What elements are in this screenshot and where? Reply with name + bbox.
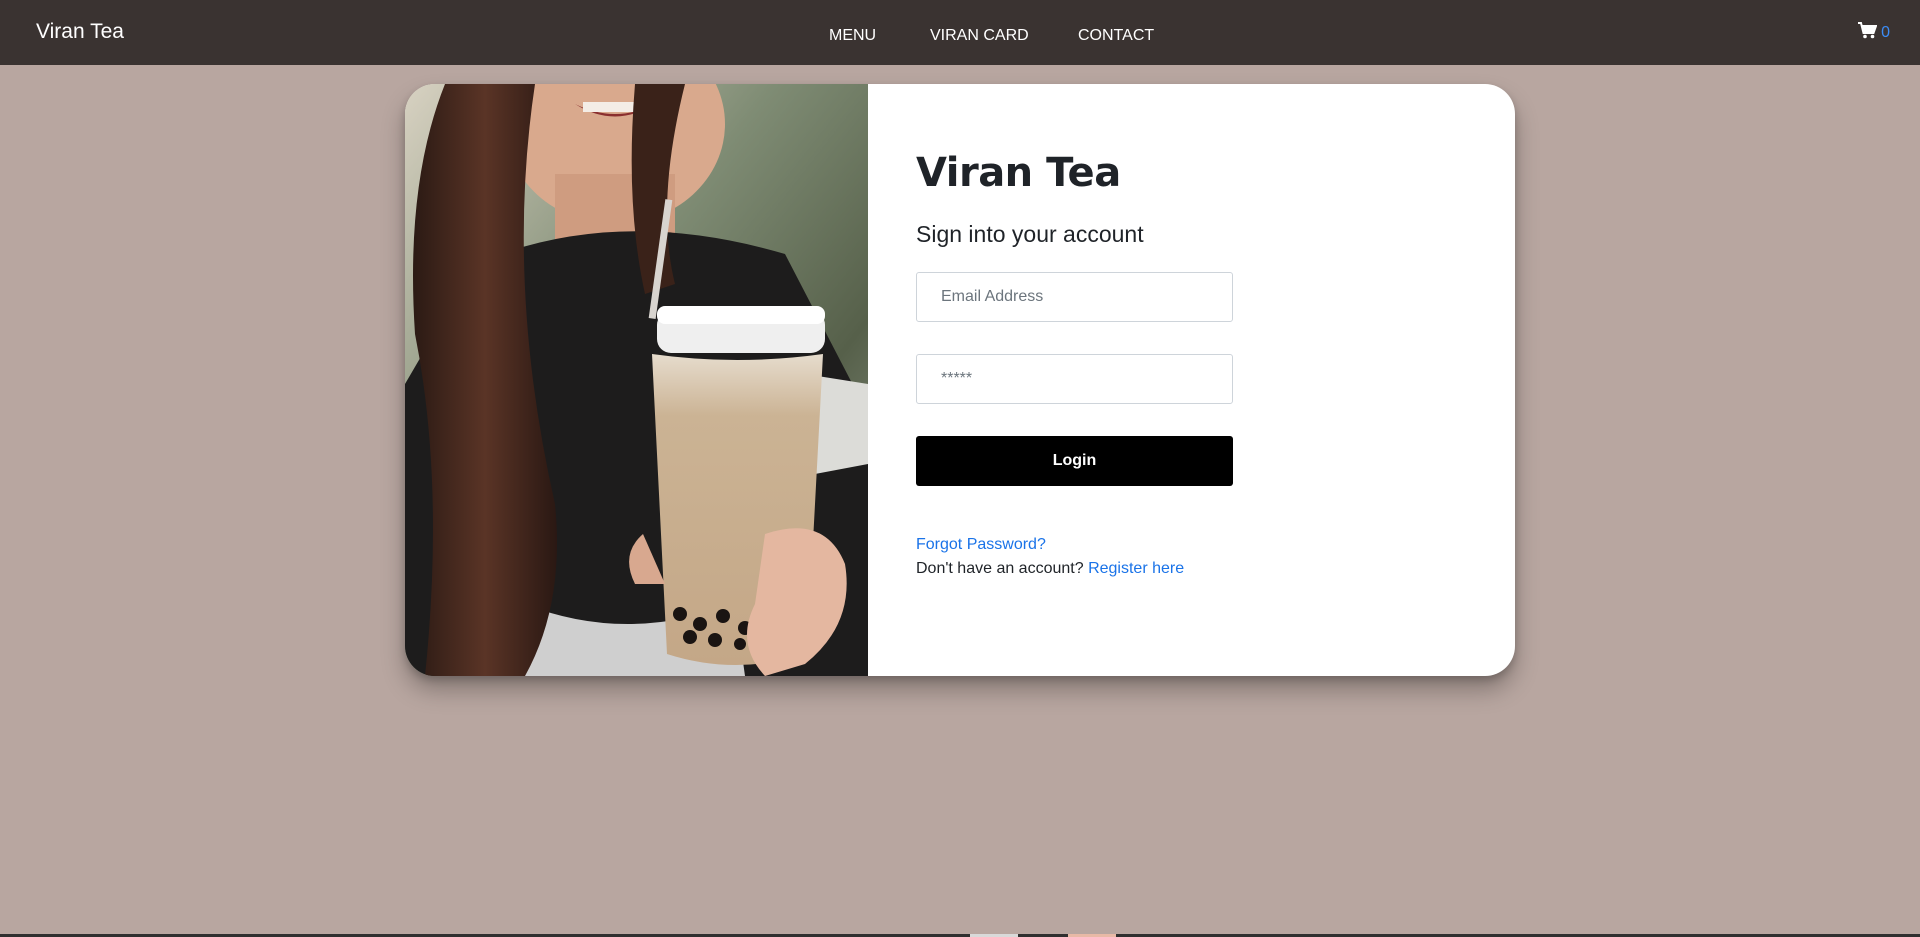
email-field[interactable] — [916, 272, 1233, 322]
top-navbar: Viran Tea MENU VIRAN CARD CONTACT 0 — [0, 0, 1920, 65]
register-link[interactable]: Register here — [1088, 560, 1184, 577]
nav-item-menu[interactable]: MENU — [829, 27, 876, 45]
brand-logo-link[interactable]: Viran Tea — [36, 20, 124, 44]
nav-item-contact[interactable]: CONTACT — [1078, 27, 1154, 45]
password-field[interactable] — [916, 354, 1233, 404]
login-card: Viran Tea Sign into your account Login F… — [405, 84, 1515, 676]
cart-count: 0 — [1881, 24, 1890, 41]
register-prompt: Don't have an account? Register here — [916, 560, 1184, 578]
cart-button[interactable]: 0 — [1858, 22, 1890, 44]
login-title: Viran Tea — [916, 150, 1121, 196]
no-account-text: Don't have an account? — [916, 560, 1084, 577]
login-form: Viran Tea Sign into your account Login F… — [916, 84, 1476, 676]
bubble-tea-photo — [405, 84, 868, 676]
forgot-password-link[interactable]: Forgot Password? — [916, 536, 1046, 554]
login-subtitle: Sign into your account — [916, 221, 1144, 247]
nav-item-viran-card[interactable]: VIRAN CARD — [930, 27, 1029, 45]
shopping-cart-icon — [1858, 22, 1878, 44]
login-button[interactable]: Login — [916, 436, 1233, 486]
